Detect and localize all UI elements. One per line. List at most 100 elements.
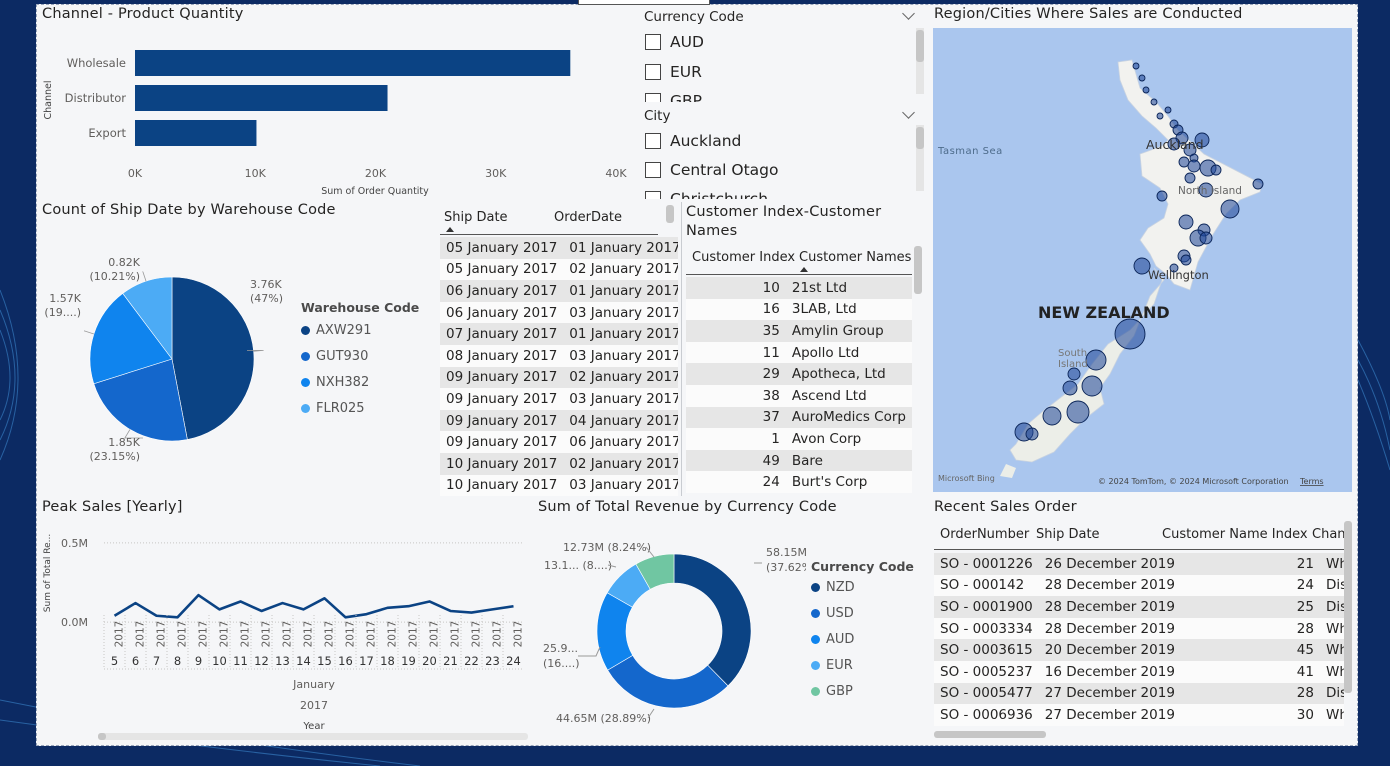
table-row[interactable]: SO - 000693627 December 201930Wholesale bbox=[934, 704, 1344, 726]
currency-revenue-donut-chart[interactable]: Sum of Total Revenue by Currency Code 58… bbox=[536, 497, 928, 745]
slicer-scrollbar[interactable] bbox=[916, 28, 924, 94]
column-header-customer-index[interactable]: Customer Index bbox=[692, 250, 795, 265]
chevron-down-icon[interactable] bbox=[902, 7, 915, 20]
table-row[interactable]: 05 January 2017 01 January 2017 bbox=[440, 237, 678, 259]
ship-order-date-table[interactable]: Ship Date OrderDate 05 January 2017 01 Ja… bbox=[438, 200, 678, 496]
column-header-order-date[interactable]: OrderDate bbox=[554, 210, 622, 225]
table-row[interactable]: 09 January 2017 03 January 2017 bbox=[440, 388, 678, 410]
legend-item-usd[interactable]: USD bbox=[811, 600, 914, 626]
warehouse-pie-chart[interactable]: Count of Ship Date by Warehouse Code 3.7… bbox=[36, 200, 436, 496]
city-slicer[interactable]: City Auckland Central Otago Christchurch bbox=[640, 103, 926, 199]
map-bubble[interactable] bbox=[1066, 400, 1090, 424]
legend-item-aud[interactable]: AUD bbox=[811, 626, 914, 652]
slicer-option-eur[interactable]: EUR bbox=[645, 63, 702, 81]
table-row[interactable]: 09 January 2017 06 January 2017 bbox=[440, 431, 678, 453]
column-header-ship-date[interactable]: Ship Date bbox=[1036, 527, 1100, 542]
map-bubble[interactable] bbox=[1187, 159, 1201, 173]
table-scrollbar[interactable] bbox=[666, 205, 674, 495]
chart-horizontal-scrollbar[interactable] bbox=[98, 733, 528, 740]
map-bubble[interactable] bbox=[1178, 156, 1190, 168]
checkbox[interactable] bbox=[645, 191, 661, 199]
channel-quantity-chart[interactable]: Channel - Product Quantity Wholesale Dist… bbox=[36, 4, 636, 200]
table-row[interactable]: 38 Ascend Ltd bbox=[686, 384, 912, 407]
map-bubble[interactable] bbox=[1142, 86, 1150, 94]
checkbox[interactable] bbox=[645, 64, 661, 80]
table-row[interactable]: 11 Apollo Ltd bbox=[686, 341, 912, 364]
legend-item-axw291[interactable]: AXW291 bbox=[301, 317, 419, 343]
map-bubble[interactable] bbox=[1252, 178, 1264, 190]
table-row[interactable]: 06 January 2017 03 January 2017 bbox=[440, 301, 678, 324]
column-header-customer-name-index[interactable]: Customer Name Index bbox=[1162, 527, 1308, 542]
table-scrollbar[interactable] bbox=[1344, 521, 1352, 721]
table-horizontal-scrollbar[interactable] bbox=[934, 731, 1342, 738]
column-header-customer-names[interactable]: Customer Names bbox=[799, 250, 911, 265]
slicer-option-christchurch[interactable]: Christchurch bbox=[645, 190, 768, 199]
slicer-scrollbar[interactable] bbox=[916, 125, 924, 191]
map-bubble[interactable] bbox=[1081, 375, 1103, 397]
map-bubble[interactable] bbox=[1164, 106, 1172, 114]
map-bubble[interactable] bbox=[1178, 214, 1194, 230]
map-bubble[interactable] bbox=[1180, 254, 1192, 266]
slicer-option-aud[interactable]: AUD bbox=[645, 33, 704, 51]
table-row[interactable]: 09 January 2017 02 January 2017 bbox=[440, 366, 678, 389]
table-row[interactable]: 10 January 2017 02 January 2017 bbox=[440, 452, 678, 475]
table-row[interactable]: 10 January 2017 03 January 2017 bbox=[440, 474, 678, 496]
table-row[interactable]: SO - 000333428 December 201928Wholesale bbox=[934, 617, 1344, 640]
legend-item-eur[interactable]: EUR bbox=[811, 652, 914, 678]
currency-slicer[interactable]: Currency Code AUD EUR GBP bbox=[640, 4, 926, 102]
legend-item-gut930[interactable]: GUT930 bbox=[301, 343, 419, 369]
map-bubble[interactable] bbox=[1220, 199, 1240, 219]
map-bubble[interactable] bbox=[1156, 112, 1164, 120]
table-row[interactable]: SO - 000122626 December 201921Wholesale bbox=[934, 553, 1344, 575]
table-row[interactable]: SO - 000547727 December 201928Distributo… bbox=[934, 682, 1344, 705]
legend-item-nzd[interactable]: NZD bbox=[811, 574, 914, 600]
customer-index-table[interactable]: Customer Index-Customer Names Customer I… bbox=[681, 200, 927, 496]
slicer-option-auckland[interactable]: Auckland bbox=[645, 132, 741, 150]
table-row[interactable]: 35 Amylin Group bbox=[686, 320, 912, 342]
legend-item-nxh382[interactable]: NXH382 bbox=[301, 369, 419, 395]
legend-item-gbp[interactable]: GBP bbox=[811, 678, 914, 704]
table-row[interactable]: SO - 000523716 December 201941Wholesale bbox=[934, 660, 1344, 683]
slicer-option-gbp[interactable]: GBP bbox=[645, 92, 702, 102]
map-bubble[interactable] bbox=[1199, 231, 1213, 245]
map-bubble[interactable] bbox=[1138, 74, 1146, 82]
legend-item-flr025[interactable]: FLR025 bbox=[301, 395, 419, 421]
map-bubble[interactable] bbox=[1042, 406, 1062, 426]
map-bubble[interactable] bbox=[1062, 380, 1078, 396]
table-row[interactable]: 37 AuroMedics Corp bbox=[686, 406, 912, 429]
table-row[interactable]: SO - 000361520 December 201945Wholesale bbox=[934, 639, 1344, 661]
table-row[interactable]: 29 Apotheca, Ltd bbox=[686, 363, 912, 385]
sort-ascending-icon[interactable] bbox=[800, 267, 808, 272]
table-row[interactable]: 16 3LAB, Ltd bbox=[686, 298, 912, 321]
table-row[interactable]: 06 January 2017 01 January 2017 bbox=[440, 280, 678, 302]
map-svg[interactable]: Tasman Sea Auckland North Island Welling… bbox=[928, 4, 1356, 494]
column-header-channel[interactable]: Channel bbox=[1312, 527, 1344, 542]
checkbox[interactable] bbox=[645, 93, 661, 102]
table-scrollbar[interactable] bbox=[914, 246, 922, 496]
chevron-down-icon[interactable] bbox=[902, 106, 915, 119]
table-row[interactable]: 09 January 2017 04 January 2017 bbox=[440, 409, 678, 432]
region-map-visual[interactable]: Region/Cities Where Sales are Conducted … bbox=[928, 4, 1356, 494]
checkbox[interactable] bbox=[645, 133, 661, 149]
checkbox[interactable] bbox=[645, 162, 661, 178]
map-bubble[interactable] bbox=[1132, 62, 1140, 70]
table-row[interactable]: 1 Avon Corp bbox=[686, 428, 912, 450]
peak-sales-line-chart[interactable]: Peak Sales [Yearly] 0.5M 0.0M Sum of Total… bbox=[36, 497, 536, 745]
table-row[interactable]: 49 Bare bbox=[686, 449, 912, 472]
checkbox[interactable] bbox=[645, 34, 661, 50]
sort-ascending-icon[interactable] bbox=[446, 227, 454, 232]
table-row[interactable]: 05 January 2017 02 January 2017 bbox=[440, 258, 678, 281]
map-bubble[interactable] bbox=[1025, 427, 1039, 441]
column-header-order-number[interactable]: OrderNumber bbox=[940, 527, 1029, 542]
map-bubble[interactable] bbox=[1210, 164, 1222, 176]
column-header-ship-date[interactable]: Ship Date bbox=[444, 210, 508, 225]
recent-sales-order-table[interactable]: Recent Sales Order OrderNumber Ship Date… bbox=[928, 497, 1356, 745]
table-row[interactable]: 07 January 2017 01 January 2017 bbox=[440, 323, 678, 345]
map-bubble[interactable] bbox=[1184, 172, 1196, 184]
map-bubble[interactable] bbox=[1150, 98, 1158, 106]
map-bubble[interactable] bbox=[1114, 318, 1146, 350]
table-row[interactable]: 24 Burt's Corp bbox=[686, 471, 912, 493]
table-row[interactable]: SO - 000190028 December 201925Distributo… bbox=[934, 596, 1344, 618]
slicer-option-central-otago[interactable]: Central Otago bbox=[645, 161, 778, 179]
table-row[interactable]: 08 January 2017 03 January 2017 bbox=[440, 344, 678, 367]
